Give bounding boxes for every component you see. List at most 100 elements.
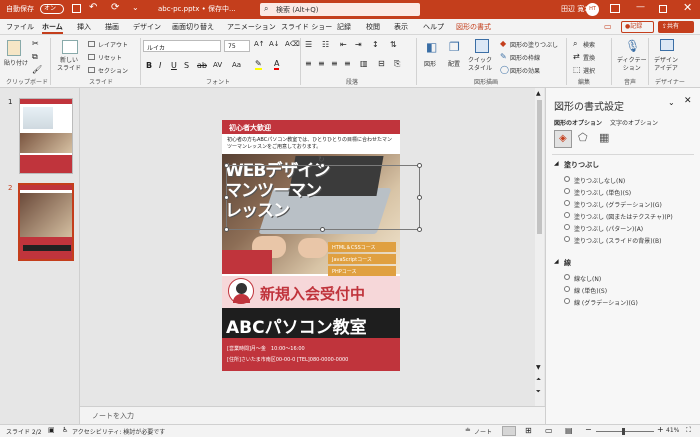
address-text[interactable]: [住所]さいたま市南区00-00-0 [TEL]080-0000-0000 xyxy=(227,356,348,363)
line-radio[interactable] xyxy=(564,286,570,292)
fill-radio[interactable] xyxy=(564,176,570,182)
customize-icon[interactable]: ⌄ xyxy=(132,3,139,12)
find-button[interactable]: 検索 xyxy=(583,40,595,49)
line-section-chevron-icon[interactable]: ◢ xyxy=(554,258,559,265)
share-button[interactable]: ⇪共有 xyxy=(658,21,694,33)
align-center-icon[interactable]: ≡ xyxy=(318,59,325,68)
shadow-icon[interactable]: S xyxy=(184,61,189,70)
char-spacing-icon[interactable]: AV xyxy=(213,61,222,69)
reading-view-icon[interactable]: ▭ xyxy=(545,426,553,435)
dictate-label[interactable]: ディクテー ション xyxy=(617,57,647,73)
shapes-icon[interactable]: ◧ xyxy=(426,40,437,54)
italic-icon[interactable]: I xyxy=(159,61,161,70)
minimize-icon[interactable]: — xyxy=(636,2,645,12)
resize-handle[interactable] xyxy=(224,195,229,200)
shape-fill-button[interactable]: 図形の塗りつぶし xyxy=(510,40,558,49)
slideshow-icon[interactable]: ▤ xyxy=(565,426,573,435)
user-avatar[interactable]: HT xyxy=(586,3,599,16)
justify-icon[interactable]: ≡ xyxy=(344,59,351,68)
shrink-font-icon[interactable]: A↓ xyxy=(269,40,280,48)
intro-text[interactable]: 初心者の方もABCパソコン教室では、ひとりひとりの目標に合わせたマンツーマンレッ… xyxy=(227,137,395,151)
tab-record[interactable]: 記録 xyxy=(337,22,351,32)
course-item[interactable]: JavaScriptコース xyxy=(328,254,396,264)
increase-indent-icon[interactable]: ⇥ xyxy=(355,40,362,49)
header-label[interactable]: 初心者大歓迎 xyxy=(229,123,271,133)
selection-box[interactable] xyxy=(226,165,420,230)
line-radio[interactable] xyxy=(564,298,570,304)
resize-handle[interactable] xyxy=(224,227,229,232)
shapes-label[interactable]: 図形 xyxy=(424,59,436,68)
notes-button[interactable]: ノート xyxy=(474,427,492,436)
copy-icon[interactable]: ⧉ xyxy=(32,52,38,62)
zoom-out-icon[interactable]: − xyxy=(585,425,592,434)
normal-view-icon[interactable] xyxy=(502,426,516,436)
zoom-slider-thumb[interactable] xyxy=(622,428,625,435)
layout-button[interactable]: レイアウト xyxy=(98,40,128,49)
zoom-level[interactable]: 41% xyxy=(666,427,679,434)
autosave-toggle[interactable]: オン xyxy=(40,4,64,14)
align-text-icon[interactable]: ⊟ xyxy=(378,59,385,68)
tab-insert[interactable]: 挿入 xyxy=(77,22,91,32)
slide-thumbnail-2[interactable] xyxy=(18,183,74,261)
tab-review[interactable]: 校閲 xyxy=(366,22,380,32)
strikethrough-icon[interactable]: ab xyxy=(197,61,207,70)
tab-shape-format[interactable]: 図形の書式 xyxy=(456,22,491,32)
shape-outline-button[interactable]: 図形の枠線 xyxy=(510,53,540,62)
paste-icon[interactable] xyxy=(7,40,21,56)
text-direction-icon[interactable]: ⇅ xyxy=(390,40,397,49)
tab-home[interactable]: ホーム xyxy=(42,22,63,34)
course-item[interactable]: PHPコース xyxy=(328,266,396,276)
font-name-select[interactable]: ルイカ xyxy=(143,40,221,52)
tab-draw[interactable]: 描画 xyxy=(105,22,119,32)
format-painter-icon[interactable]: 🖌 xyxy=(32,65,42,74)
resize-handle[interactable] xyxy=(417,195,422,200)
accessibility-icon[interactable]: ♿ xyxy=(62,426,68,434)
vertical-scrollbar[interactable]: ▲ ▼ ⏶ ⏷ xyxy=(535,88,544,406)
pane-close-icon[interactable]: ✕ xyxy=(684,96,692,106)
replace-button[interactable]: 置換 xyxy=(583,53,595,62)
fit-slide-icon[interactable]: ⛶ xyxy=(686,426,691,435)
ribbon-display-icon[interactable] xyxy=(610,4,620,13)
fill-section-chevron-icon[interactable]: ◢ xyxy=(554,160,559,167)
slide-edit-area[interactable]: 初心者大歓迎 初心者の方もABCパソコン教室では、ひとりひとりの目標に合わせたマ… xyxy=(80,88,545,406)
tab-shape-options[interactable]: 図形のオプション xyxy=(554,118,602,127)
scroll-up-icon[interactable]: ▲ xyxy=(536,90,541,97)
reset-button[interactable]: リセット xyxy=(98,53,122,62)
close-icon[interactable]: ✕ xyxy=(683,1,692,14)
pane-options-icon[interactable]: ⌄ xyxy=(668,98,675,107)
underline-icon[interactable]: U xyxy=(171,61,177,70)
effects-icon[interactable]: ⬠ xyxy=(578,131,588,144)
resize-handle[interactable] xyxy=(320,227,325,232)
new-slide-label[interactable]: 新しい スライド xyxy=(57,57,81,73)
tab-file[interactable]: ファイル xyxy=(6,22,34,32)
tab-help[interactable]: ヘルプ xyxy=(423,22,444,32)
columns-icon[interactable]: ▥ xyxy=(360,59,368,68)
undo-icon[interactable]: ↶ xyxy=(89,2,97,13)
slide-canvas[interactable]: 初心者大歓迎 初心者の方もABCパソコン教室では、ひとりひとりの目標に合わせたマ… xyxy=(222,120,400,371)
comments-icon[interactable]: ▭ xyxy=(604,22,612,31)
design-ideas-label[interactable]: デザイン アイデア xyxy=(654,57,678,73)
tab-text-options[interactable]: 文字のオプション xyxy=(610,118,658,127)
redo-icon[interactable]: ⟳ xyxy=(111,2,119,13)
align-left-icon[interactable]: ≡ xyxy=(305,59,312,68)
zoom-slider[interactable] xyxy=(596,428,654,435)
tab-design[interactable]: デザイン xyxy=(133,22,161,32)
fill-radio[interactable] xyxy=(564,224,570,230)
resize-handle[interactable] xyxy=(224,163,229,168)
fill-radio[interactable] xyxy=(564,212,570,218)
quick-styles-label[interactable]: クイック スタイル xyxy=(468,57,492,73)
hours-text[interactable]: [営業時間]月～金 10:00〜16:00 xyxy=(227,345,305,352)
tab-slideshow[interactable]: スライド ショー xyxy=(281,22,332,32)
cut-icon[interactable]: ✂ xyxy=(32,39,39,48)
line-spacing-icon[interactable]: ↕ xyxy=(372,40,379,49)
fill-radio[interactable] xyxy=(564,236,570,242)
record-button[interactable]: ●記録 xyxy=(621,21,654,33)
fill-radio[interactable] xyxy=(564,200,570,206)
tab-transitions[interactable]: 画面切り替え xyxy=(172,22,214,32)
fill-radio[interactable] xyxy=(564,188,570,194)
change-case-icon[interactable]: Aa xyxy=(232,61,241,69)
font-color-icon[interactable]: A xyxy=(274,59,280,70)
grow-font-icon[interactable]: A↑ xyxy=(254,40,265,48)
bold-icon[interactable]: B xyxy=(146,61,152,70)
decrease-indent-icon[interactable]: ⇤ xyxy=(340,40,347,49)
